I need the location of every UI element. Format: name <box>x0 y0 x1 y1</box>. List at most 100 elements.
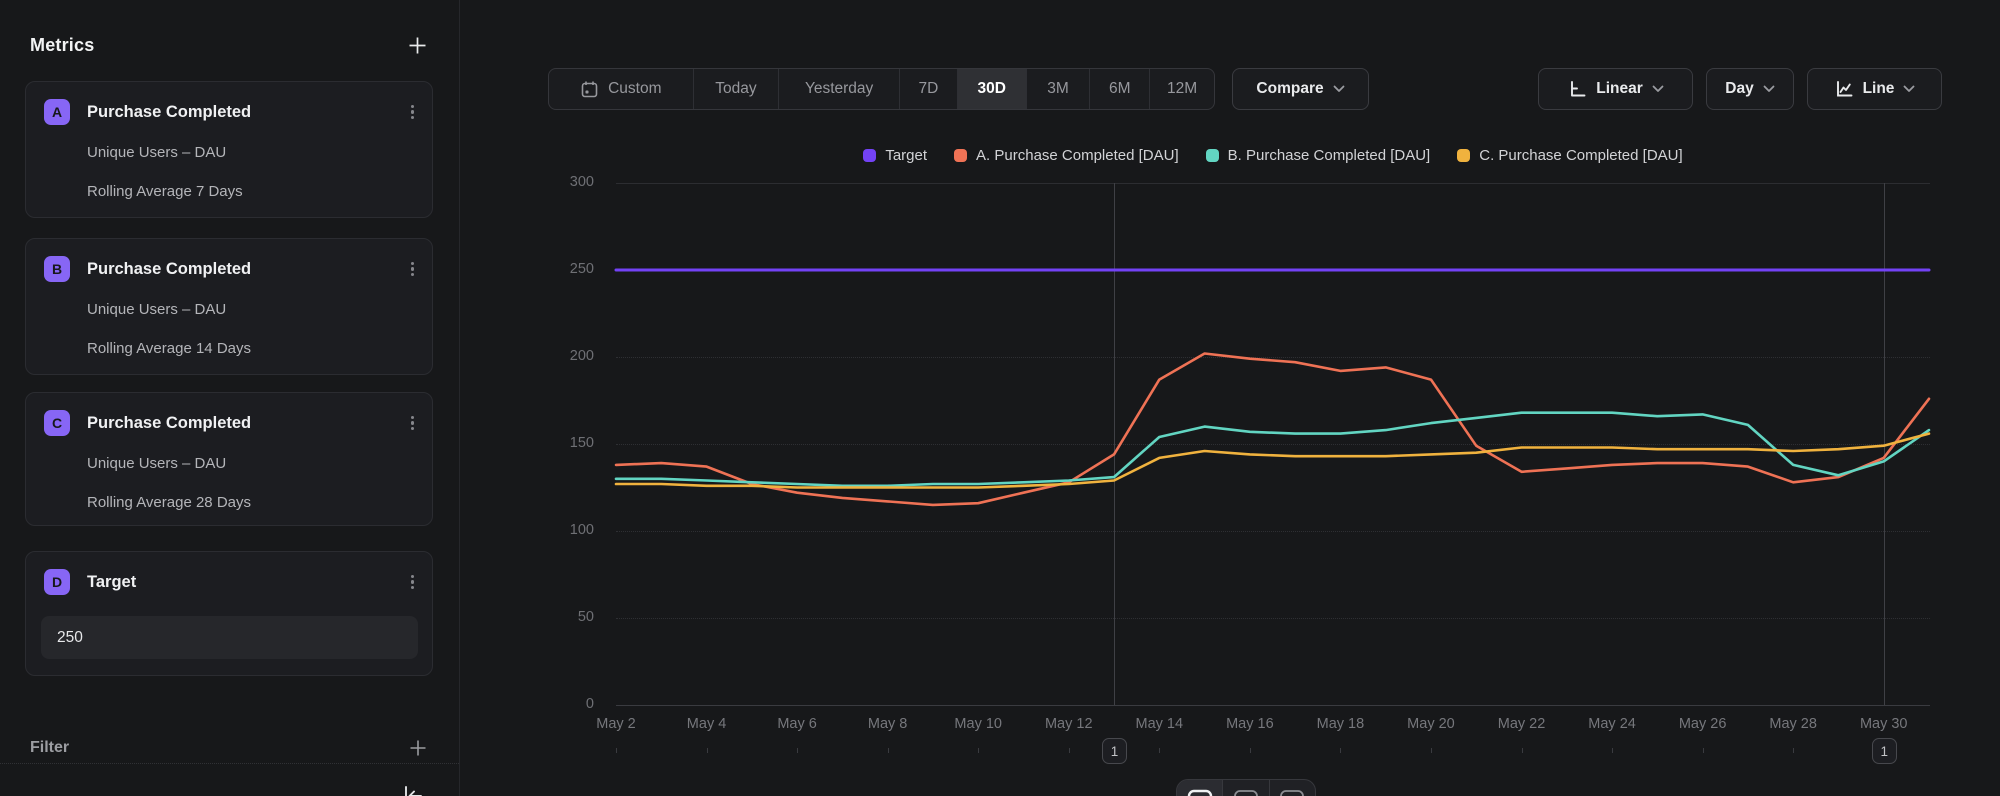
legend-item-target[interactable]: Target <box>863 147 927 164</box>
metric-card-b[interactable]: B Purchase Completed Unique Users – DAU … <box>25 238 433 375</box>
add-metric-button[interactable] <box>404 32 431 59</box>
y-axis-label: 250 <box>536 261 594 277</box>
y-axis-label: 200 <box>536 348 594 364</box>
x-axis-tick <box>1159 748 1160 753</box>
metric-card-c-header: C Purchase Completed <box>44 409 418 437</box>
y-axis-label: 0 <box>536 696 594 712</box>
gridline-0 <box>616 705 1930 706</box>
chart-settings-group: Linear Day Line <box>1538 68 1942 110</box>
legend-swatch <box>1457 149 1470 162</box>
x-axis-label: May 8 <box>848 716 928 732</box>
range-option-today[interactable]: Today <box>694 69 780 109</box>
range-option-yesterday[interactable]: Yesterday <box>779 69 900 109</box>
compare-button[interactable]: Compare <box>1232 68 1369 110</box>
x-axis-tick <box>707 748 708 753</box>
metrics-dashboard: Metrics A Purchase Completed Unique User… <box>0 0 2000 796</box>
legend-item-a[interactable]: A. Purchase Completed [DAU] <box>954 147 1179 164</box>
x-axis-tick <box>1703 748 1704 753</box>
metric-options-button[interactable] <box>407 571 418 594</box>
line-chart-icon <box>1834 79 1854 99</box>
chevron-down-icon <box>1903 85 1915 93</box>
x-axis-label: May 14 <box>1119 716 1199 732</box>
plot-area <box>616 183 1930 705</box>
sidebar-header: Metrics <box>30 30 431 60</box>
x-axis-label: May 10 <box>938 716 1018 732</box>
range-option-label: 6M <box>1109 80 1131 98</box>
sidebar-divider <box>0 763 459 764</box>
x-axis-label: May 26 <box>1663 716 1743 732</box>
range-option-3m[interactable]: 3M <box>1027 69 1091 109</box>
range-option-30d[interactable]: 30D <box>958 69 1027 109</box>
range-option-label: 7D <box>918 80 938 98</box>
range-option-6m[interactable]: 6M <box>1090 69 1150 109</box>
table-view-button[interactable] <box>1223 780 1269 796</box>
y-axis-label: 150 <box>536 435 594 451</box>
metric-rolling-average[interactable]: Rolling Average 7 Days <box>87 183 243 200</box>
y-axis-label: 300 <box>536 174 594 190</box>
chart-type-selector-button[interactable]: Line <box>1807 68 1942 110</box>
chart-view-button[interactable] <box>1177 780 1223 796</box>
y-axis-label: 100 <box>536 522 594 538</box>
granularity-selector-button[interactable]: Day <box>1706 68 1794 110</box>
metric-card-c[interactable]: C Purchase Completed Unique Users – DAU … <box>25 392 433 526</box>
target-card[interactable]: D Target <box>25 551 433 676</box>
chevron-down-icon <box>1333 85 1345 93</box>
x-axis-label: May 20 <box>1391 716 1471 732</box>
x-axis-label: May 12 <box>1029 716 1109 732</box>
kebab-icon <box>411 105 414 120</box>
metric-title: Purchase Completed <box>87 103 407 122</box>
sidebar-title: Metrics <box>30 35 94 56</box>
x-axis-label: May 18 <box>1300 716 1380 732</box>
range-option-12m[interactable]: 12M <box>1150 69 1214 109</box>
calendar-icon <box>580 80 599 99</box>
compare-label: Compare <box>1256 80 1323 98</box>
collapse-sidebar-button[interactable] <box>397 780 429 796</box>
target-card-header: D Target <box>44 568 418 596</box>
plus-icon <box>409 739 427 757</box>
target-value-input[interactable] <box>41 616 418 659</box>
x-axis-label: May 28 <box>1753 716 1833 732</box>
range-option-label: Today <box>715 80 756 98</box>
metric-measurement[interactable]: Unique Users – DAU <box>87 301 226 318</box>
legend-label: B. Purchase Completed [DAU] <box>1228 147 1431 164</box>
legend-item-b[interactable]: B. Purchase Completed [DAU] <box>1206 147 1431 164</box>
x-axis-tick <box>1793 748 1794 753</box>
annotation-badge[interactable]: 1 <box>1872 738 1897 764</box>
metric-measurement[interactable]: Unique Users – DAU <box>87 144 226 161</box>
range-option-custom[interactable]: Custom <box>549 69 694 109</box>
card-view-button[interactable] <box>1270 780 1315 796</box>
y-axis-label: 50 <box>536 609 594 625</box>
x-axis-tick <box>1340 748 1341 753</box>
metric-options-button[interactable] <box>407 412 418 435</box>
filter-section: Filter <box>30 734 431 762</box>
date-range-control: Custom Today Yesterday 7D 30D 3M 6M 12M <box>548 68 1215 110</box>
x-axis-tick <box>888 748 889 753</box>
annotation-badge[interactable]: 1 <box>1102 738 1127 764</box>
scale-selector-button[interactable]: Linear <box>1538 68 1693 110</box>
x-axis-label: May 24 <box>1572 716 1652 732</box>
range-option-label: 3M <box>1047 80 1069 98</box>
legend-label: A. Purchase Completed [DAU] <box>976 147 1179 164</box>
card-view-icon <box>1279 789 1305 796</box>
metric-options-button[interactable] <box>407 101 418 124</box>
chart-type-label: Line <box>1863 80 1895 98</box>
metric-rolling-average[interactable]: Rolling Average 14 Days <box>87 340 251 357</box>
x-axis-tick <box>978 748 979 753</box>
table-view-icon <box>1233 789 1259 796</box>
x-axis-label: May 4 <box>667 716 747 732</box>
target-title: Target <box>87 573 407 592</box>
chevron-down-icon <box>1763 85 1775 93</box>
view-toggle-group <box>1176 779 1316 796</box>
x-axis-tick <box>1522 748 1523 753</box>
granularity-label: Day <box>1725 80 1753 98</box>
range-option-7d[interactable]: 7D <box>900 69 958 109</box>
metric-options-button[interactable] <box>407 258 418 281</box>
legend-item-c[interactable]: C. Purchase Completed [DAU] <box>1457 147 1682 164</box>
add-filter-button[interactable] <box>405 735 431 761</box>
filter-label: Filter <box>30 739 69 757</box>
metric-card-a[interactable]: A Purchase Completed Unique Users – DAU … <box>25 81 433 218</box>
metric-rolling-average[interactable]: Rolling Average 28 Days <box>87 494 251 511</box>
kebab-icon <box>411 575 414 590</box>
chart-view-icon <box>1187 789 1213 796</box>
metric-measurement[interactable]: Unique Users – DAU <box>87 455 226 472</box>
